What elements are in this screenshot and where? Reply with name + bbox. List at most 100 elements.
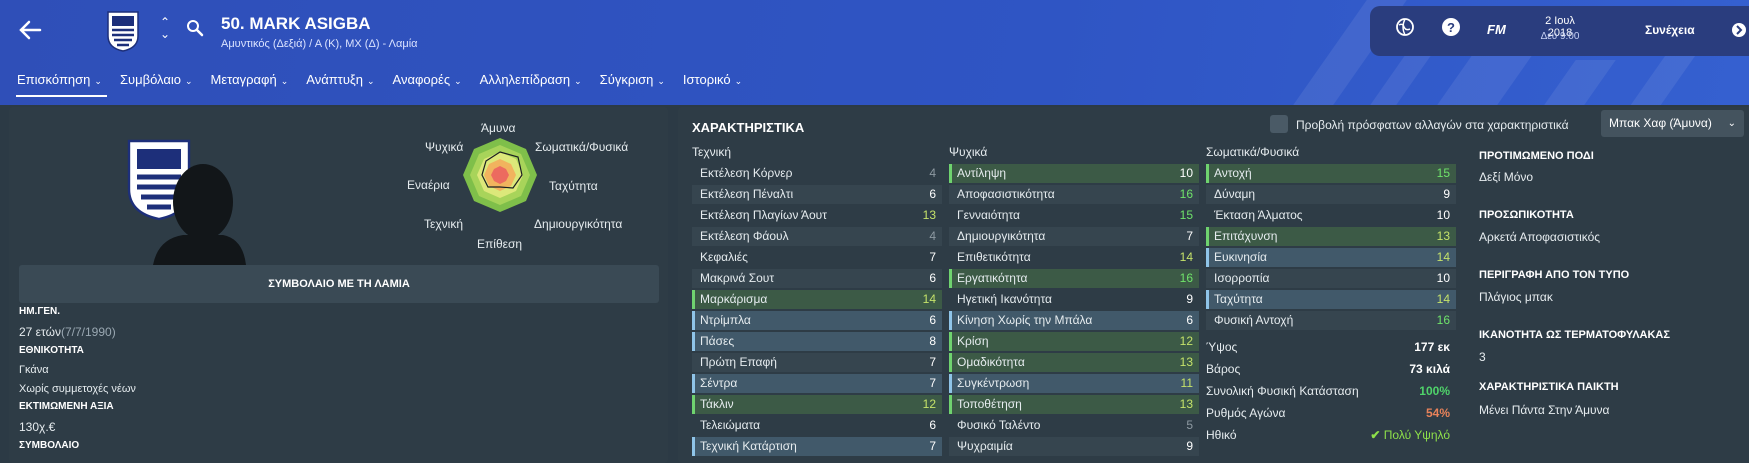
attribute-value: 4 <box>929 166 936 180</box>
technical-attribute-row[interactable]: Εκτέλεση Πλαγίων Άουτ 13 <box>692 206 942 225</box>
mental-attribute-row[interactable]: Συγκέντρωση 11 <box>949 374 1199 393</box>
preferred-foot-value: Δεξί Μόνο <box>1479 170 1534 184</box>
radar-label-physical: Σωματικά/Φυσικά <box>535 140 629 154</box>
stat-value: 73 κιλά <box>1409 362 1450 376</box>
attribute-value: 12 <box>922 397 936 411</box>
mental-attribute-row[interactable]: Ηγετική Ικανότητα 9 <box>949 290 1199 309</box>
technical-attribute-row[interactable]: Εκτέλεση Κόρνερ 4 <box>692 164 942 183</box>
attribute-name: Φυσικό Ταλέντο <box>957 418 1041 432</box>
tab-contract[interactable]: Συμβόλαιο ⌄ <box>111 70 202 97</box>
technical-attribute-row[interactable]: Σέντρα 7 <box>692 374 942 393</box>
mental-attribute-row[interactable]: Ψυχραιμία 9 <box>949 437 1199 456</box>
chevron-down-icon: ⌄ <box>454 76 462 86</box>
role-dropdown[interactable]: Μπακ Χαφ (Άμυνα) ⌄ <box>1601 110 1744 137</box>
recent-changes-checkbox[interactable] <box>1270 115 1288 133</box>
mental-attribute-row[interactable]: Φυσικό Ταλέντο 5 <box>949 416 1199 435</box>
attribute-value: 14 <box>1436 250 1450 264</box>
svg-text:?: ? <box>1447 20 1455 35</box>
globe-icon[interactable] <box>1395 17 1415 37</box>
tab-transfer[interactable]: Μεταγραφή ⌄ <box>202 70 298 97</box>
back-arrow-icon[interactable] <box>16 16 44 44</box>
technical-attribute-row[interactable]: Τεχνική Κατάρτιση 7 <box>692 437 942 456</box>
radar-label-aerial: Εναέρια <box>407 178 450 192</box>
technical-attribute-row[interactable]: Μαρκάρισμα 14 <box>692 290 942 309</box>
attribute-name: Τελειώματα <box>700 418 761 432</box>
tab-history[interactable]: Ιστορικό ⌄ <box>674 70 751 97</box>
attribute-name: Ομαδικότητα <box>957 355 1025 369</box>
attribute-value: 9 <box>1186 439 1193 453</box>
club-crest-icon <box>107 11 139 52</box>
mental-attribute-row[interactable]: Δημιουργικότητα 7 <box>949 227 1199 246</box>
search-icon[interactable] <box>186 19 204 37</box>
tab-overview[interactable]: Επισκόπηση ⌄ <box>8 70 111 97</box>
mental-attribute-row[interactable]: Κίνηση Χωρίς την Μπάλα 6 <box>949 311 1199 330</box>
gk-ability-value: 3 <box>1479 350 1486 364</box>
physical-attribute-row[interactable]: Φυσική Αντοχή 16 <box>1206 311 1456 330</box>
mental-attribute-row[interactable]: Κρίση 12 <box>949 332 1199 351</box>
attribute-value: 5 <box>1186 418 1193 432</box>
continue-button[interactable]: Συνέχεια <box>1645 23 1695 37</box>
attribute-name: Εκτέλεση Φάουλ <box>700 229 789 243</box>
help-icon[interactable]: ? <box>1441 17 1461 37</box>
technical-attribute-row[interactable]: Εκτέλεση Φάουλ 4 <box>692 227 942 246</box>
mental-attribute-row[interactable]: Αντίληψη 10 <box>949 164 1199 183</box>
chevron-down-icon[interactable]: ⌄ <box>160 28 170 40</box>
fm-menu-button[interactable]: FM <box>1487 22 1506 37</box>
technical-attribute-row[interactable]: Μακρινά Σουτ 6 <box>692 269 942 288</box>
recent-changes-label[interactable]: Προβολή πρόσφατων αλλαγών στα χαρακτηρισ… <box>1296 118 1569 132</box>
attribute-value: 16 <box>1179 187 1193 201</box>
attribute-value: 13 <box>922 208 936 222</box>
technical-attribute-row[interactable]: Κεφαλιές 7 <box>692 248 942 267</box>
attribute-value: 10 <box>1179 166 1193 180</box>
physical-attribute-row[interactable]: Ισορροπία 10 <box>1206 269 1456 288</box>
mental-attribute-row[interactable]: Αποφασιστικότητα 16 <box>949 185 1199 204</box>
attribute-value: 15 <box>1179 208 1193 222</box>
stat-name: Ηθικό <box>1206 428 1237 442</box>
chevron-down-icon: ⌄ <box>185 76 193 86</box>
physical-attribute-row[interactable]: Δύναμη 9 <box>1206 185 1456 204</box>
arrow-right-circle-icon[interactable] <box>1731 22 1747 38</box>
contract-banner[interactable]: ΣΥΜΒΟΛΑΙΟ ΜΕ ΤΗ ΛΑΜΙΑ <box>19 265 659 303</box>
attribute-name: Ψυχραιμία <box>957 439 1013 453</box>
mental-attribute-row[interactable]: Γενναιότητα 15 <box>949 206 1199 225</box>
technical-attribute-row[interactable]: Τάκλιν 12 <box>692 395 942 414</box>
technical-attribute-row[interactable]: Τελειώματα 6 <box>692 416 942 435</box>
tab-interaction[interactable]: Αλληλεπίδραση ⌄ <box>471 70 591 97</box>
technical-attribute-row[interactable]: Ντρίμπλα 6 <box>692 311 942 330</box>
radar-label-defending: Άμυνα <box>481 121 516 135</box>
stat-name: Ύψος <box>1206 340 1238 354</box>
tab-compare[interactable]: Σύγκριση ⌄ <box>591 70 674 97</box>
media-description-label: ΠΕΡΙΓΡΑΦΗ ΑΠΟ ΤΟΝ ΤΥΠΟ <box>1479 269 1630 281</box>
tab-reports[interactable]: Αναφορές ⌄ <box>384 70 471 97</box>
dob-label: ΗΜ.ΓΕΝ. <box>19 306 61 317</box>
physical-attribute-row[interactable]: Επιτάχυνση 13 <box>1206 227 1456 246</box>
attribute-value: 13 <box>1179 355 1193 369</box>
attribute-name: Πρώτη Επαφή <box>700 355 777 369</box>
attribute-value: 11 <box>1180 376 1193 390</box>
mental-attribute-row[interactable]: Επιθετικότητα 14 <box>949 248 1199 267</box>
chevron-down-icon: ⌄ <box>1727 118 1736 129</box>
physical-attribute-row[interactable]: Αντοχή 15 <box>1206 164 1456 183</box>
physical-attribute-row[interactable]: Ευκινησία 14 <box>1206 248 1456 267</box>
physical-attribute-row[interactable]: Έκταση Άλματος 10 <box>1206 206 1456 225</box>
tab-development[interactable]: Ανάπτυξη ⌄ <box>297 70 383 97</box>
contract-label: ΣΥΜΒΟΛΑΙΟ <box>19 440 80 451</box>
morale-thumb-icon: ✔ <box>1370 428 1384 442</box>
player-switch-arrows[interactable]: ⌃ ⌄ <box>160 16 170 40</box>
mental-attribute-row[interactable]: Τοποθέτηση 13 <box>949 395 1199 414</box>
attribute-value: 14 <box>1179 250 1193 264</box>
attribute-name: Επιθετικότητα <box>957 250 1031 264</box>
technical-attribute-row[interactable]: Εκτέλεση Πέναλτι 6 <box>692 185 942 204</box>
stat-value: 100% <box>1419 384 1450 398</box>
mental-attribute-row[interactable]: Εργατικότητα 16 <box>949 269 1199 288</box>
technical-attribute-row[interactable]: Πρώτη Επαφή 7 <box>692 353 942 372</box>
attribute-name: Κίνηση Χωρίς την Μπάλα <box>957 313 1093 327</box>
mental-attribute-row[interactable]: Ομαδικότητα 13 <box>949 353 1199 372</box>
attribute-value: 6 <box>929 418 936 432</box>
media-description-value: Πλάγιος μπακ <box>1479 290 1553 304</box>
attribute-name: Μαρκάρισμα <box>700 292 768 306</box>
technical-attribute-row[interactable]: Πάσες 8 <box>692 332 942 351</box>
nationality-value[interactable]: Γκάνα <box>19 364 49 376</box>
physical-attribute-row[interactable]: Ταχύτητα 14 <box>1206 290 1456 309</box>
attribute-value: 14 <box>922 292 936 306</box>
